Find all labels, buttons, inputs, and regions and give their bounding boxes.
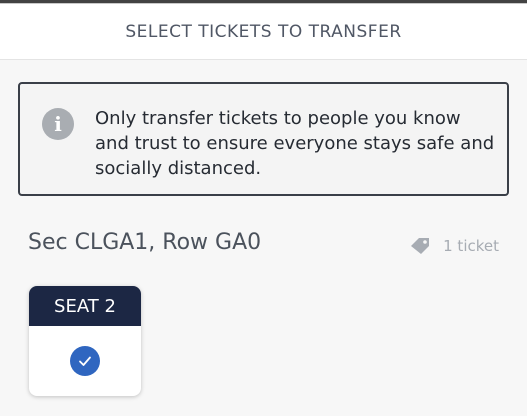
notice-line: Only transfer tickets to people you know [95, 108, 461, 129]
checkmark-icon[interactable] [70, 346, 100, 376]
notice-text: Only transfer tickets to people you know… [95, 106, 495, 181]
seat-label: SEAT 2 [54, 295, 116, 317]
notice-line: socially distanced. [95, 158, 262, 179]
page-header: SELECT TICKETS TO TRANSFER [0, 4, 527, 60]
ticket-tag-icon [411, 238, 430, 254]
seat-card[interactable]: SEAT 2 [29, 286, 141, 396]
notice-line: and trust to ensure everyone stays safe … [95, 133, 495, 154]
info-icon: i [42, 108, 74, 140]
transfer-notice: i Only transfer tickets to people you kn… [18, 82, 509, 196]
ticket-count-label: 1 ticket [443, 237, 499, 255]
section-row-title: Sec CLGA1, Row GA0 [28, 230, 262, 255]
page-title: SELECT TICKETS TO TRANSFER [125, 21, 402, 42]
ticket-count: 1 ticket [409, 236, 499, 256]
seat-header: SEAT 2 [29, 286, 141, 326]
seat-body [29, 326, 141, 396]
check-glyph [79, 356, 91, 366]
